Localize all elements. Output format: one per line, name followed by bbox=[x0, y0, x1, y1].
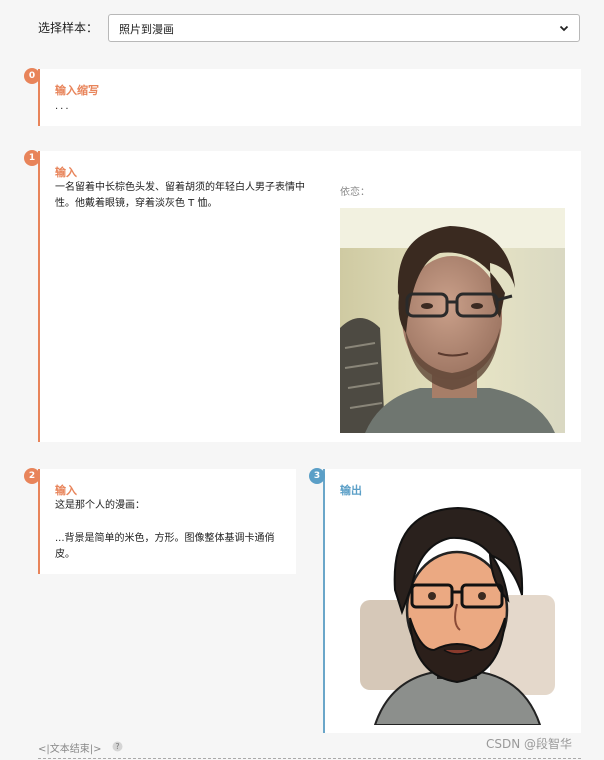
watermark: CSDN @段智华 bbox=[486, 737, 573, 751]
caricature-intro-text: 这是那个人的漫画： bbox=[55, 500, 145, 511]
end-of-text-marker: <|文本结束|> bbox=[38, 744, 102, 755]
sample-select-label: 选择样本： bbox=[38, 21, 99, 35]
input-photo bbox=[340, 208, 565, 433]
sample-select[interactable]: 照片到漫画 bbox=[108, 14, 580, 42]
section-title-input: 输入 bbox=[55, 166, 77, 179]
chevron-down-icon bbox=[559, 25, 569, 32]
section-abbrev-input bbox=[38, 69, 581, 126]
section-title-abbrev-input: 输入缩写 bbox=[55, 84, 99, 97]
info-icon: ? bbox=[112, 741, 123, 752]
footer-divider bbox=[38, 758, 581, 759]
attachment-label: 依恋： bbox=[340, 187, 370, 198]
abbrev-input-text: ... bbox=[55, 101, 71, 112]
sample-select-value: 照片到漫画 bbox=[119, 23, 174, 36]
section-badge-3: 3 bbox=[309, 468, 325, 484]
section-badge-2: 2 bbox=[24, 468, 40, 484]
section-badge-1: 1 bbox=[24, 150, 40, 166]
section-badge-0: 0 bbox=[24, 68, 40, 84]
input-description-text: 一名留着中长棕色头发、留着胡须的年轻白人男子表情中性。他戴着眼镜，穿着淡灰色 T… bbox=[55, 182, 305, 209]
section-title-input-2: 输入 bbox=[55, 484, 77, 497]
svg-text:?: ? bbox=[115, 742, 119, 751]
caricature-detail-text: ...背景是简单的米色，方形。图像整体基调卡通俏皮。 bbox=[55, 533, 275, 560]
section-title-output: 输出 bbox=[340, 484, 362, 497]
output-cartoon-image bbox=[340, 500, 565, 725]
